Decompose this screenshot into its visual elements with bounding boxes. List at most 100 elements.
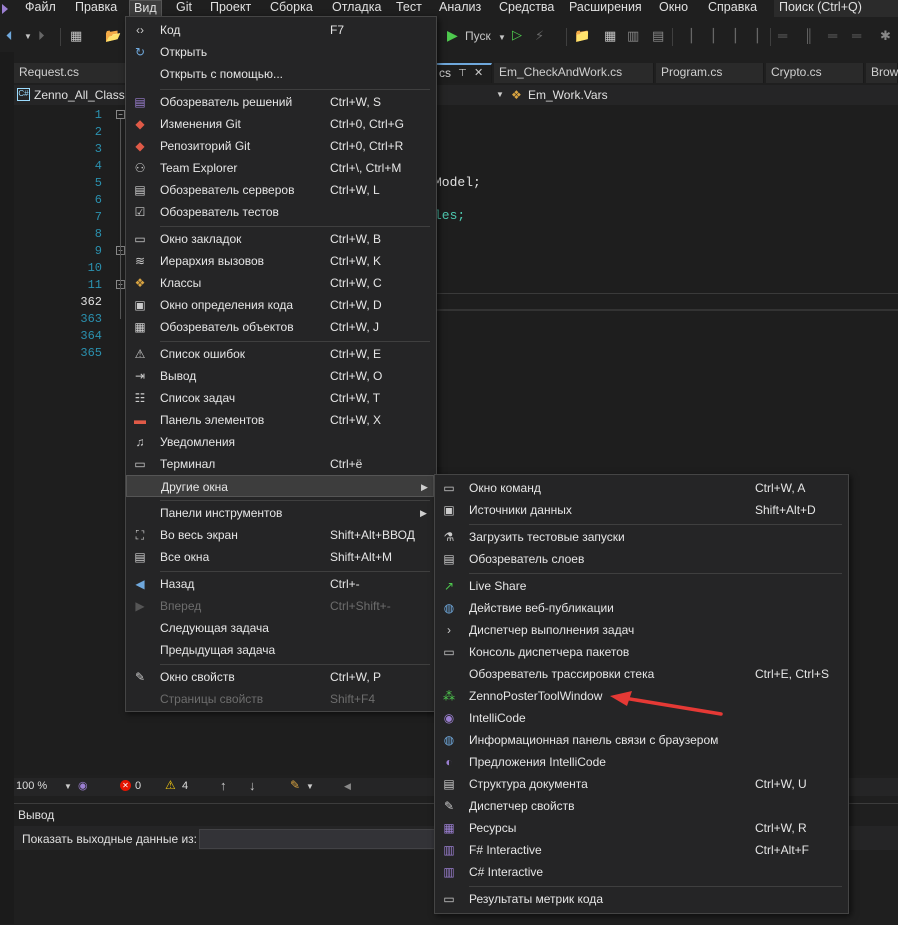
view-menu-item[interactable]: ✎ Окно свойств Ctrl+W, P [126, 666, 434, 688]
view-menu-item[interactable]: ▭ Терминал Ctrl+ё [126, 453, 434, 475]
view-menu-item[interactable]: ▬ Панель элементов Ctrl+W, X [126, 409, 434, 431]
menu-view[interactable]: Вид [129, 0, 162, 17]
other-windows-menu-item[interactable]: Обозреватель трассировки стека Ctrl+E, Ct… [435, 663, 846, 685]
scroll-left-icon[interactable]: ◀ [344, 781, 351, 792]
view-menu-item[interactable]: Предыдущая задача [126, 639, 434, 661]
arrow-up-icon[interactable]: ↑ [220, 778, 227, 793]
collapse-icon[interactable]: − [116, 110, 125, 119]
other-windows-menu-item[interactable]: ◍ Информационная панель связи с браузером [435, 729, 846, 751]
warning-count[interactable]: 4 [182, 780, 188, 792]
center-h-icon[interactable]: ═ [828, 28, 837, 43]
other-windows-menu-item[interactable]: ▣ Источники данных Shift+Alt+D [435, 499, 846, 521]
bookmark-clear-icon[interactable]: ▤ [652, 28, 664, 44]
view-menu-item[interactable]: Страницы свойств Shift+F4 [126, 688, 434, 710]
menu-build[interactable]: Сборка [270, 0, 313, 17]
view-menu-item[interactable]: Открыть с помощью... [126, 63, 434, 85]
tab-program-cs[interactable]: Program.cs [656, 63, 764, 83]
run-without-debug-icon[interactable]: ▷ [512, 27, 522, 43]
other-windows-menu-item[interactable]: ✎ Диспетчер свойств [435, 795, 846, 817]
forward-nav-icon[interactable]: ⏵ [38, 28, 45, 44]
warning-icon[interactable]: ⚠ [165, 778, 176, 792]
view-menu-item[interactable]: ⛶ Во весь экран Shift+Alt+ВВОД [126, 524, 434, 546]
view-menu-item[interactable]: ⇥ Вывод Ctrl+W, O [126, 365, 434, 387]
view-menu-item[interactable]: ▭ Окно закладок Ctrl+W, B [126, 228, 434, 250]
view-menu-item[interactable]: ▶ Вперед Ctrl+Shift+- [126, 595, 434, 617]
menu-window[interactable]: Окно [659, 0, 688, 17]
error-icon[interactable]: ✕ [120, 780, 131, 791]
other-windows-menu-item[interactable]: ▥ F# Interactive Ctrl+Alt+F [435, 839, 846, 861]
align-right-icon[interactable]: ▕ [726, 28, 736, 44]
distribute-v-icon[interactable]: ║ [804, 28, 813, 43]
zoom-level[interactable]: 100 % [16, 780, 47, 792]
view-menu-item[interactable]: ☷ Список задач Ctrl+W, T [126, 387, 434, 409]
menu-git[interactable]: Git [176, 0, 192, 17]
menu-tools[interactable]: Средства [499, 0, 554, 17]
run-button-label[interactable]: Пуск [465, 29, 491, 43]
error-count[interactable]: 0 [135, 780, 141, 792]
open-folder-icon[interactable]: 📂 [105, 28, 121, 44]
align-center-icon[interactable]: ▕ [704, 28, 714, 44]
view-menu-item[interactable]: Следующая задача [126, 617, 434, 639]
menu-file[interactable]: Файл [25, 0, 56, 17]
run-icon[interactable]: ▶ [447, 27, 458, 44]
menu-help[interactable]: Справка [708, 0, 757, 17]
view-menu-item[interactable]: ▦ Обозреватель объектов Ctrl+W, J [126, 316, 434, 338]
view-menu-item[interactable]: Панели инструментов ▶ [126, 502, 434, 524]
dropdown-arrow-icon[interactable]: ▼ [24, 32, 32, 41]
other-windows-menu-item[interactable]: ▥ C# Interactive [435, 861, 846, 883]
view-menu-item[interactable]: ❖ Классы Ctrl+W, C [126, 272, 434, 294]
more-tools-icon[interactable]: ✱ [880, 28, 891, 44]
tab-request-cs[interactable]: Request.cs [14, 63, 134, 83]
other-windows-menu-item[interactable]: ◍ Действие веб-публикации [435, 597, 846, 619]
align-left-icon[interactable]: ▕ [682, 28, 692, 44]
bookmark-prev-icon[interactable]: ▥ [627, 28, 639, 44]
other-windows-menu-item[interactable]: ▦ Ресурсы Ctrl+W, R [435, 817, 846, 839]
view-menu-item[interactable]: ◆ Репозиторий Git Ctrl+0, Ctrl+R [126, 135, 434, 157]
member-dropdown[interactable]: Em_Work.Vars [528, 88, 608, 102]
center-v-icon[interactable]: ═ [852, 28, 861, 43]
chevron-down-icon[interactable]: ▼ [64, 782, 72, 791]
view-menu-item[interactable]: ♫ Уведомления [126, 431, 434, 453]
other-windows-menu-item[interactable]: ▤ Структура документа Ctrl+W, U [435, 773, 846, 795]
other-windows-menu-item[interactable]: ↗ Live Share [435, 575, 846, 597]
view-menu-item[interactable]: ↻ Открыть [126, 41, 434, 63]
menu-edit[interactable]: Правка [75, 0, 117, 17]
output-source-select[interactable] [199, 829, 441, 849]
menu-analyze[interactable]: Анализ [439, 0, 481, 17]
view-menu-item[interactable]: ≋ Иерархия вызовов Ctrl+W, K [126, 250, 434, 272]
other-windows-menu-item[interactable]: ▭ Окно команд Ctrl+W, A [435, 477, 846, 499]
other-windows-menu-item[interactable]: ▤ Обозреватель слоев [435, 548, 846, 570]
broom-icon[interactable]: ✎ [290, 778, 300, 792]
view-menu-item[interactable]: ☑ Обозреватель тестов [126, 201, 434, 223]
tab-active-cs[interactable]: cs ⊤ ✕ [434, 63, 492, 83]
view-menu-item[interactable]: ▤ Обозреватель серверов Ctrl+W, L [126, 179, 434, 201]
other-windows-menu-item[interactable]: ◐ Предложения IntelliCode [435, 751, 846, 773]
menu-test[interactable]: Тест [396, 0, 422, 17]
search-input[interactable]: Поиск (Ctrl+Q) [774, 0, 898, 17]
view-menu-item[interactable]: ⚇ Team Explorer Ctrl+\, Ctrl+M [126, 157, 434, 179]
view-menu-item[interactable]: ▤ Обозреватель решений Ctrl+W, S [126, 91, 434, 113]
tab-em-checkandwork[interactable]: Em_CheckAndWork.cs [494, 63, 654, 83]
other-windows-menu-item[interactable]: ⚗ Загрузить тестовые запуски [435, 526, 846, 548]
chevron-down-icon[interactable]: ▼ [496, 90, 504, 99]
view-menu-item[interactable]: ◀ Назад Ctrl+- [126, 573, 434, 595]
back-nav-icon[interactable]: ⏴ [6, 28, 13, 44]
view-menu-item[interactable]: Другие окна ▶ [126, 475, 434, 497]
chevron-down-icon[interactable]: ▼ [306, 782, 314, 791]
project-dropdown[interactable]: Zenno_All_Class [34, 88, 125, 102]
tab-browser[interactable]: Brows [866, 63, 898, 83]
other-windows-menu-item[interactable]: › Диспетчер выполнения задач [435, 619, 846, 641]
folder-icon[interactable]: 📁 [574, 28, 590, 44]
close-icon[interactable]: ✕ [474, 65, 483, 82]
bookmark-icon[interactable]: ▦ [604, 28, 616, 44]
hot-reload-icon[interactable]: ⚡ [535, 28, 544, 44]
view-menu-item[interactable]: ▣ Окно определения кода Ctrl+W, D [126, 294, 434, 316]
distribute-icon[interactable]: ═ [778, 28, 787, 43]
menu-extensions[interactable]: Расширения [569, 0, 642, 17]
new-project-icon[interactable]: ▦ [70, 28, 82, 44]
view-menu-item[interactable]: ⚠ Список ошибок Ctrl+W, E [126, 343, 434, 365]
arrow-down-icon[interactable]: ↓ [249, 778, 256, 793]
view-menu-item[interactable]: ▤ Все окна Shift+Alt+M [126, 546, 434, 568]
align-top-icon[interactable]: ▕ [748, 28, 758, 44]
view-menu-item[interactable]: ‹› Код F7 [126, 19, 434, 41]
